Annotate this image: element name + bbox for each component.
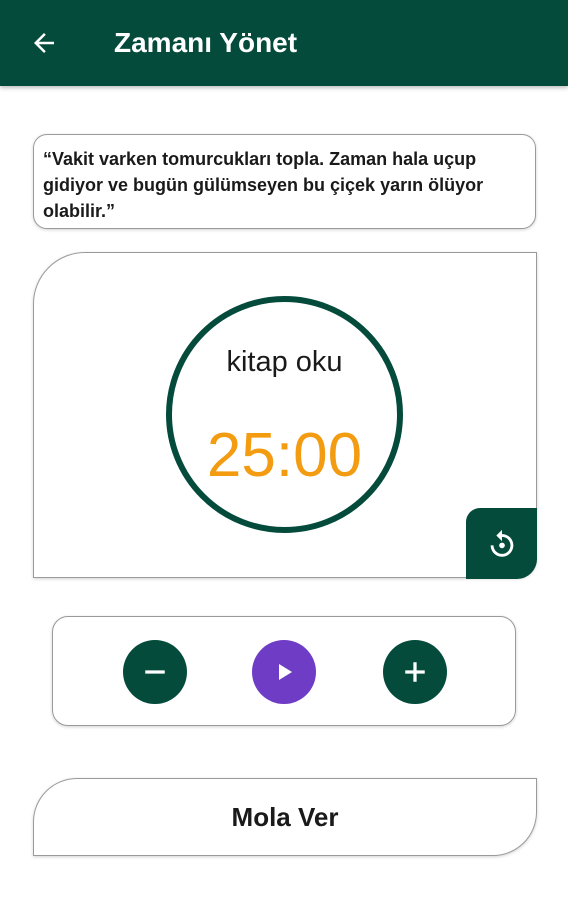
play-icon bbox=[279, 664, 292, 680]
minus-icon bbox=[145, 670, 165, 674]
arrow-back-icon bbox=[34, 33, 54, 53]
page-title: Zamanı Yönet bbox=[114, 27, 298, 58]
start-timer-button[interactable] bbox=[252, 640, 316, 704]
back-button[interactable] bbox=[26, 25, 62, 61]
timer-ring: kitap oku 25:00 bbox=[166, 296, 403, 533]
plus-icon bbox=[405, 662, 425, 682]
quote-text: “Vakit varken tomurcukları topla. Zaman … bbox=[43, 149, 484, 221]
take-break-label: Mola Ver bbox=[231, 801, 339, 832]
reset-timer-button[interactable] bbox=[466, 508, 537, 579]
decrease-time-button[interactable] bbox=[123, 640, 187, 704]
task-name: kitap oku bbox=[226, 346, 343, 378]
restart-icon bbox=[490, 529, 513, 557]
timer-display: 25:00 bbox=[206, 421, 363, 490]
take-break-button[interactable]: Mola Ver bbox=[33, 778, 537, 856]
quote-card: “Vakit varken tomurcukları topla. Zaman … bbox=[33, 134, 536, 229]
app-bar: Zamanı Yönet bbox=[0, 0, 568, 86]
increase-time-button[interactable] bbox=[383, 640, 447, 704]
timer-card: kitap oku 25:00 bbox=[33, 252, 537, 578]
